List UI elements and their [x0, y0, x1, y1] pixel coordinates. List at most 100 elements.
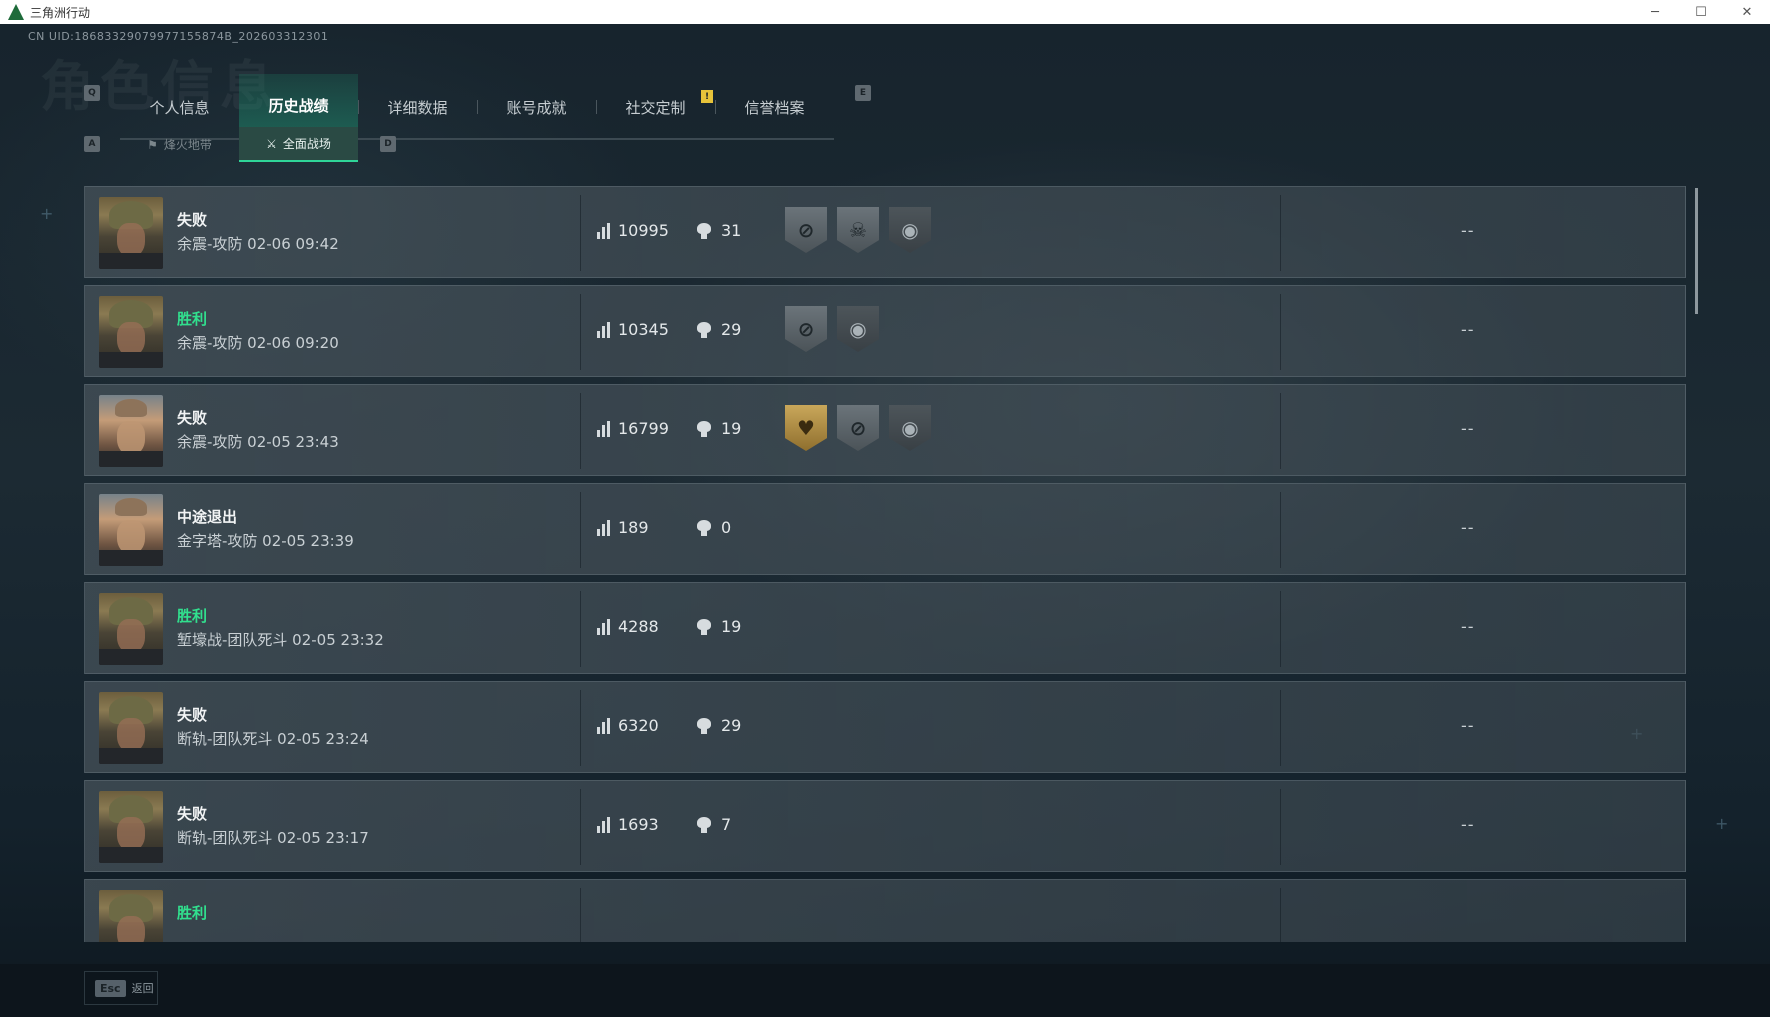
kills-value: 19	[721, 419, 742, 438]
medal-badge-icon[interactable]: ◉	[889, 207, 931, 253]
match-map-time: 余震-攻防 02-06 09:42	[177, 235, 339, 253]
medal-badge-icon[interactable]: ◉	[837, 306, 879, 352]
medal-badge-icon[interactable]: ♥	[785, 405, 827, 451]
mode-subtabs: ⚑ 烽火地带 ⚔ 全面战场	[120, 127, 358, 162]
score-value: 189	[618, 518, 649, 537]
row-divider	[580, 690, 581, 766]
row-divider	[580, 492, 581, 568]
medal-list: ⊘ ☠ ◉	[785, 207, 931, 253]
score-chart-icon	[597, 420, 610, 437]
score-chart-icon	[597, 618, 610, 635]
score-chart-icon	[597, 321, 610, 338]
deco-plus-icon: +	[1715, 814, 1729, 833]
match-row[interactable]: 中途退出 金字塔-攻防 02-05 23:39 189 0 --	[84, 483, 1686, 575]
medal-badge-icon[interactable]: ☠	[837, 207, 879, 253]
list-scrollbar[interactable]	[1695, 188, 1698, 314]
score-value: 6320	[618, 716, 659, 735]
match-kills: 19	[697, 419, 741, 438]
subtab-fire-zone[interactable]: ⚑ 烽火地带	[120, 127, 239, 162]
fire-zone-icon: ⚑	[147, 137, 158, 152]
match-result: 失败	[177, 211, 208, 229]
match-map-time: 断轨-团队死斗 02-05 23:24	[177, 730, 369, 748]
medal-list: ⊘ ◉	[785, 306, 879, 352]
deco-plus-icon: +	[40, 204, 54, 223]
back-label: 返回	[131, 982, 154, 995]
maximize-button[interactable]: ☐	[1678, 0, 1724, 24]
tab-social-custom[interactable]: 社交定制 !	[596, 74, 715, 140]
match-score: 189	[597, 518, 649, 537]
operator-avatar	[99, 593, 163, 665]
match-kills: 7	[697, 815, 731, 834]
match-extra-value: --	[1461, 419, 1475, 438]
match-row[interactable]: 失败余震-攻防 02-05 23:43 16799 19 ♥ ⊘ ◉ --	[84, 384, 1686, 476]
match-row[interactable]: 胜利 余震-攻防 02-06 09:20 10345 29 ⊘ ◉ --	[84, 285, 1686, 377]
tab-detailed-data[interactable]: 详细数据	[358, 74, 477, 140]
row-divider	[1280, 195, 1281, 271]
match-score: 1693	[597, 815, 659, 834]
subtab-next-key-hint[interactable]: D	[380, 136, 396, 152]
row-divider	[580, 393, 581, 469]
score-chart-icon	[597, 519, 610, 536]
match-extra-value: --	[1461, 518, 1475, 537]
row-divider	[580, 195, 581, 271]
operator-avatar	[99, 890, 163, 942]
row-divider	[1280, 393, 1281, 469]
subtab-label: 全面战场	[282, 137, 331, 151]
subtab-prev-key-hint[interactable]: A	[84, 136, 100, 152]
kills-value: 19	[721, 617, 742, 636]
kills-value: 0	[721, 518, 732, 537]
tab-achievements[interactable]: 账号成就	[477, 74, 596, 140]
skull-icon	[697, 519, 711, 536]
notice-badge: !	[701, 90, 713, 103]
skull-icon	[697, 321, 711, 338]
match-result: 胜利	[177, 904, 208, 922]
match-row[interactable]: 失败 断轨-团队死斗 02-05 23:17 1693 7 --	[84, 780, 1686, 872]
match-row[interactable]: 胜利 堑壕战-团队死斗 02-05 23:32 4288 19 --	[84, 582, 1686, 674]
window-titlebar: 三角洲行动 ─ ☐ ✕	[0, 0, 1770, 24]
match-score: 10995	[597, 221, 669, 240]
match-extra-value: --	[1461, 221, 1475, 240]
tab-prev-key-hint[interactable]: Q	[84, 85, 100, 101]
match-map-time: 余震-攻防 02-05 23:43	[177, 433, 339, 451]
skull-icon	[697, 420, 711, 437]
match-row[interactable]: 失败 断轨-团队死斗 02-05 23:24 6320 29 --	[84, 681, 1686, 773]
esc-key-hint: Esc	[95, 979, 126, 997]
match-kills: 19	[697, 617, 741, 636]
close-button[interactable]: ✕	[1724, 0, 1770, 24]
kills-value: 7	[721, 815, 732, 834]
back-button[interactable]: Esc 返回	[84, 971, 158, 1005]
match-result: 失败	[177, 409, 208, 427]
match-result: 中途退出	[177, 508, 238, 526]
score-chart-icon	[597, 816, 610, 833]
skull-icon	[697, 222, 711, 239]
tab-label: 信誉档案	[744, 98, 805, 117]
row-divider	[580, 591, 581, 667]
match-score: 16799	[597, 419, 669, 438]
match-result: 失败	[177, 805, 208, 823]
kills-value: 29	[721, 716, 742, 735]
match-row[interactable]: 胜利	[84, 879, 1686, 942]
tab-label: 历史战绩	[268, 97, 329, 115]
tab-credit-record[interactable]: 信誉档案	[715, 74, 834, 140]
skull-icon	[697, 618, 711, 635]
tab-label: 账号成就	[506, 98, 567, 117]
match-kills: 31	[697, 221, 741, 240]
medal-badge-icon[interactable]: ⊘	[785, 207, 827, 253]
tab-next-key-hint[interactable]: E	[855, 85, 871, 101]
medal-badge-icon[interactable]: ⊘	[785, 306, 827, 352]
match-map-time: 堑壕战-团队死斗 02-05 23:32	[177, 631, 384, 649]
medal-badge-icon[interactable]: ⊘	[837, 405, 879, 451]
match-row[interactable]: 失败余震-攻防 02-06 09:42 10995 31 ⊘ ☠ ◉ --	[84, 186, 1686, 278]
operator-avatar	[99, 395, 163, 467]
game-stage: 角色信息 CN UID:18683329079977155874B_202603…	[0, 24, 1770, 1017]
match-map-time: 断轨-团队死斗 02-05 23:17	[177, 829, 369, 847]
row-divider	[580, 888, 581, 942]
subtab-battlefield[interactable]: ⚔ 全面战场	[239, 127, 358, 162]
minimize-button[interactable]: ─	[1632, 0, 1678, 24]
operator-avatar	[99, 197, 163, 269]
kills-value: 31	[721, 221, 742, 240]
battlefield-icon: ⚔	[266, 136, 277, 151]
row-divider	[1280, 492, 1281, 568]
app-logo-icon	[8, 4, 24, 20]
medal-badge-icon[interactable]: ◉	[889, 405, 931, 451]
